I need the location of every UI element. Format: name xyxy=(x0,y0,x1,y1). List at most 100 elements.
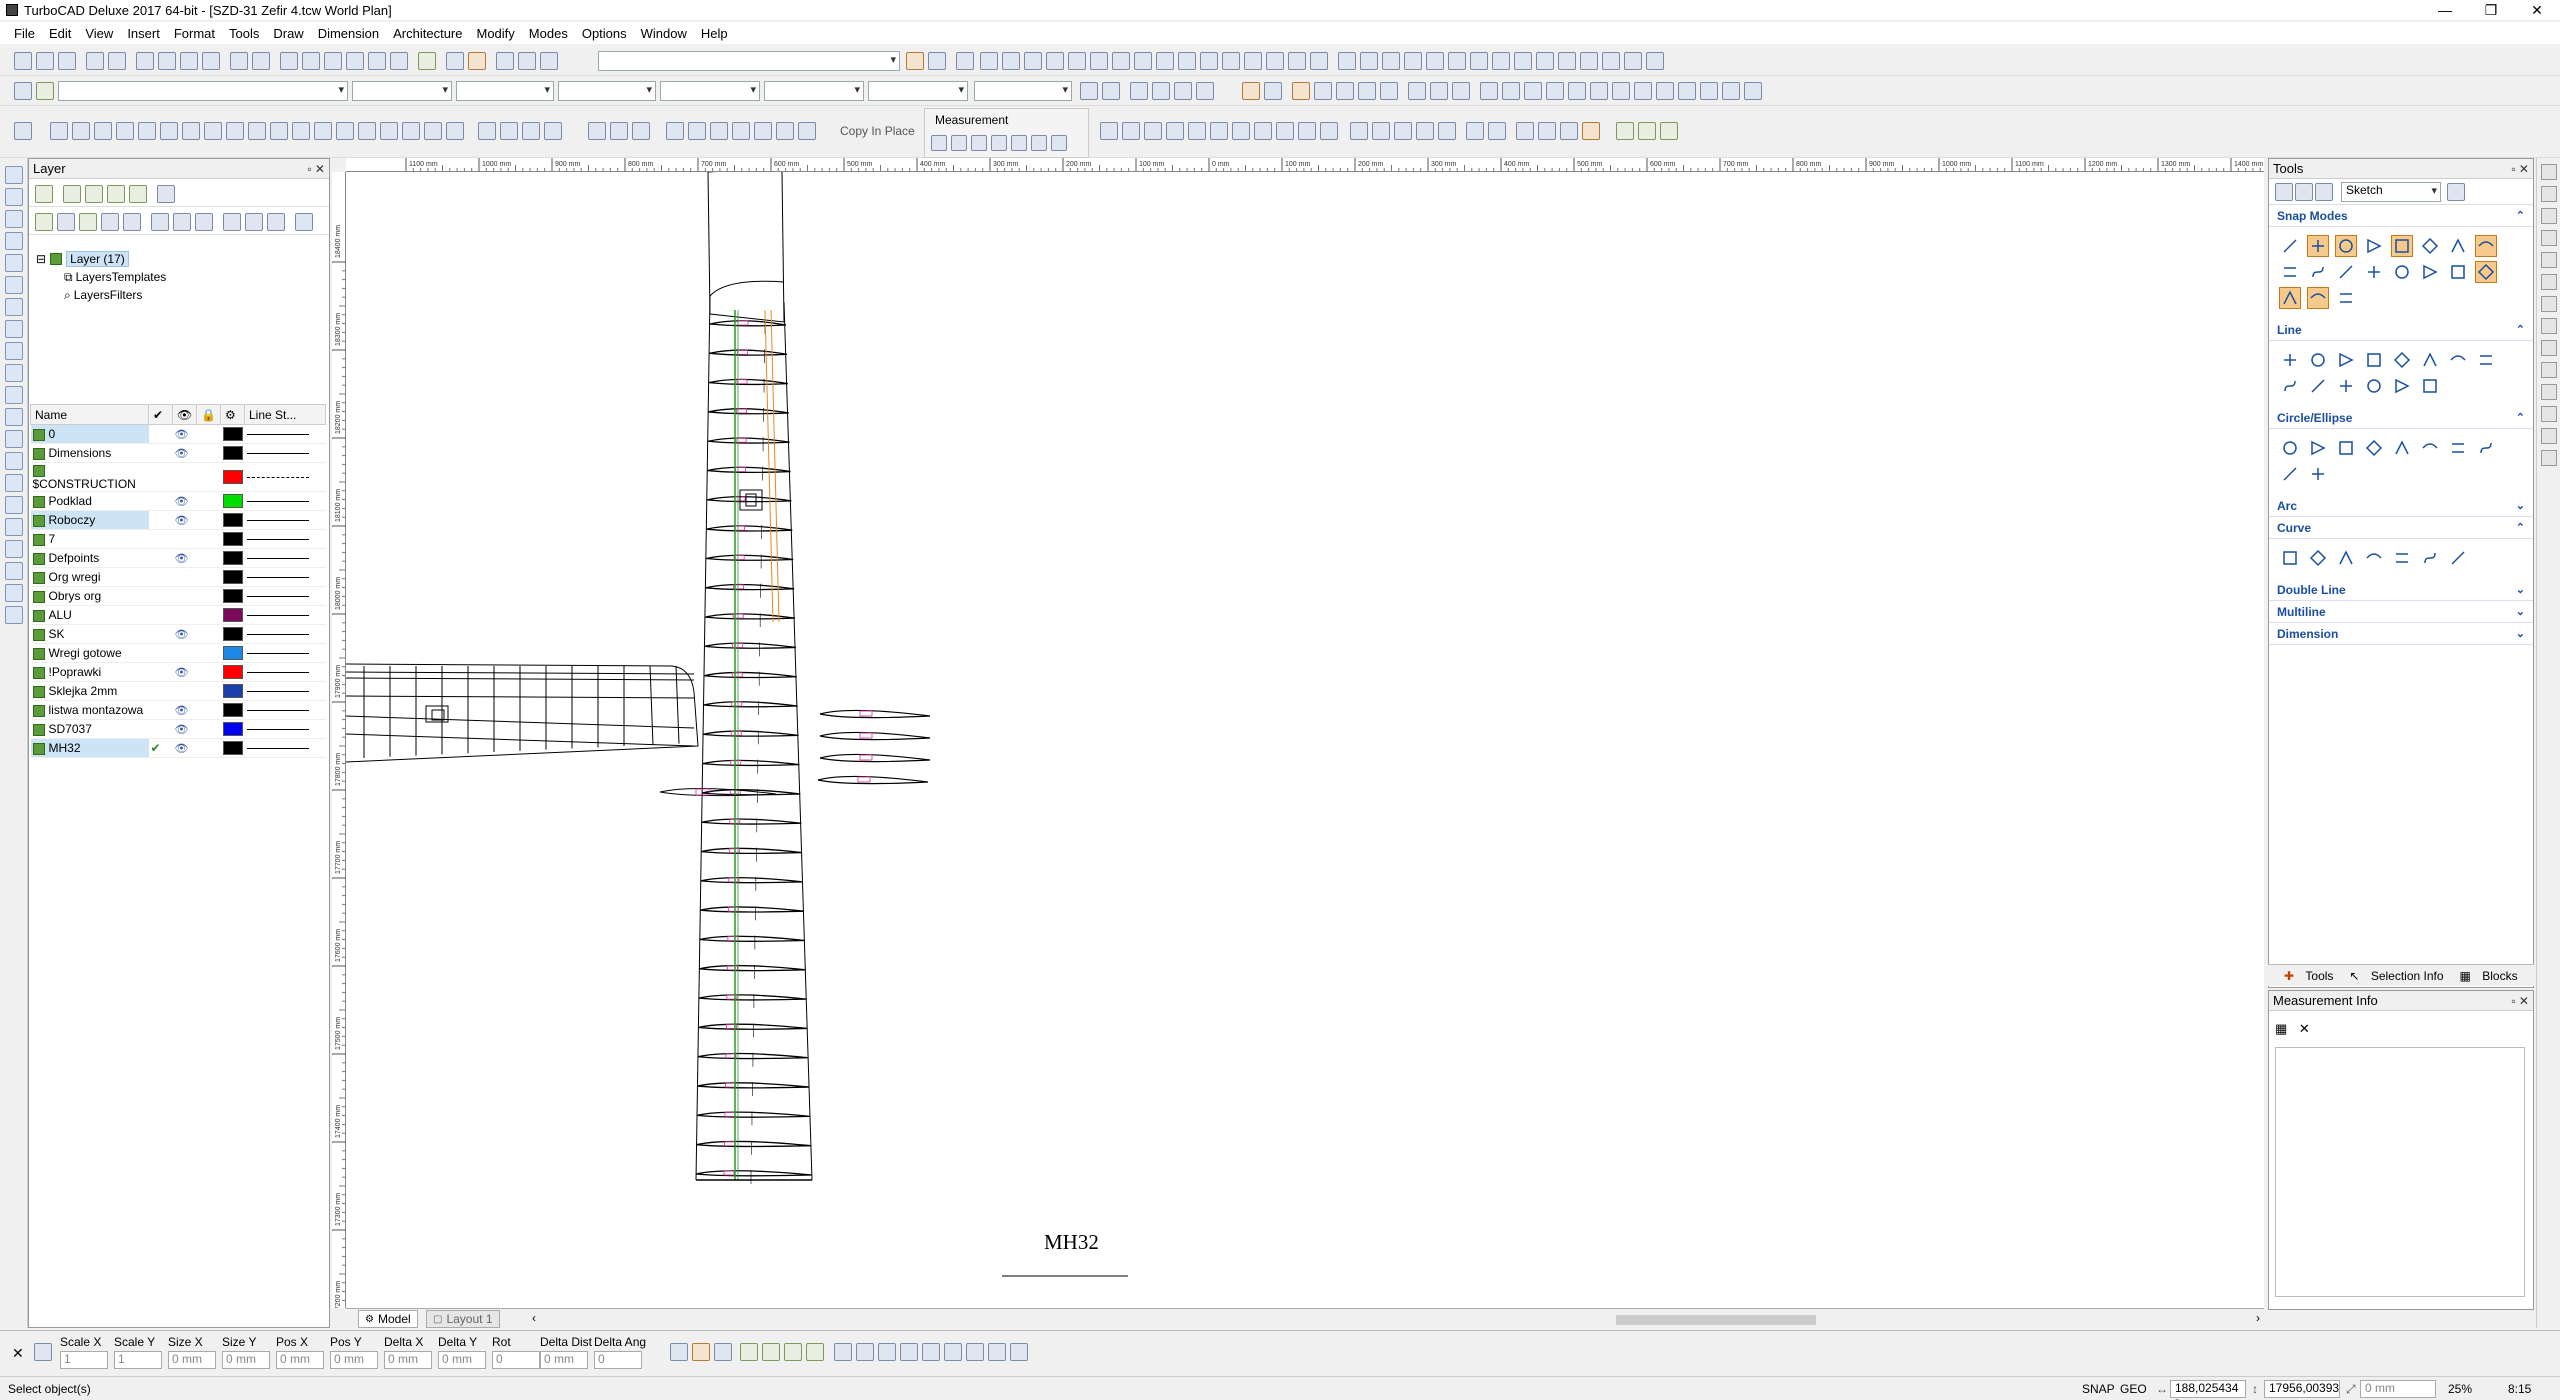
color-swatch[interactable] xyxy=(222,703,243,718)
print-preview-icon[interactable] xyxy=(108,52,126,70)
layer-active-cell[interactable] xyxy=(148,662,173,682)
dimension-diameter-icon[interactable] xyxy=(1416,122,1434,140)
strip-icon-8[interactable] xyxy=(2541,318,2557,334)
section-title[interactable]: Arc xyxy=(2277,499,2297,513)
chevron-down-icon[interactable]: ⌄ xyxy=(2516,605,2525,618)
section-line[interactable]: Line ⌃ xyxy=(2269,319,2533,341)
modify-handle-icon[interactable] xyxy=(14,122,32,140)
open-file-icon[interactable] xyxy=(36,52,54,70)
layer-row[interactable]: Roboczy 👁 xyxy=(30,510,326,530)
color-swatch[interactable] xyxy=(222,532,243,547)
solid-tool-icon[interactable] xyxy=(5,474,23,492)
tool-button-icon[interactable] xyxy=(2363,235,2385,257)
arc-tool-icon[interactable] xyxy=(5,276,23,294)
tool-button-icon[interactable] xyxy=(2419,235,2441,257)
tree-item-filters[interactable]: ⌕ LayersFilters xyxy=(36,286,166,304)
cylinder-icon[interactable] xyxy=(72,122,90,140)
layer-active-cell[interactable] xyxy=(148,510,173,530)
zoom-previous-icon[interactable] xyxy=(390,52,408,70)
wireframe-icon[interactable] xyxy=(522,122,540,140)
layer-name[interactable]: listwa montazowa xyxy=(49,703,144,717)
layer-visible-cell[interactable]: 👁 xyxy=(172,719,197,739)
color-swatch[interactable] xyxy=(222,427,243,442)
mode-select[interactable]: Sketch xyxy=(2341,182,2441,202)
field-input[interactable]: 0 mm xyxy=(168,1351,216,1369)
layer-filter-icon[interactable] xyxy=(85,185,103,203)
fillet-icon[interactable] xyxy=(1514,52,1532,70)
layer-line-style-cell[interactable] xyxy=(244,738,326,758)
inspector-tool-13-icon[interactable] xyxy=(944,1343,962,1361)
fillet3d-icon[interactable] xyxy=(380,122,398,140)
copy-place-icon[interactable] xyxy=(798,122,816,140)
layer-name-cell[interactable]: listwa montazowa xyxy=(30,700,149,720)
polygon-icon[interactable] xyxy=(1298,122,1316,140)
spell-check-icon[interactable] xyxy=(418,52,436,70)
layer-name[interactable]: Obrys org xyxy=(49,589,102,603)
color-swatch[interactable] xyxy=(222,608,243,623)
extend-icon[interactable] xyxy=(1492,52,1510,70)
layer-line-style-cell[interactable] xyxy=(244,529,326,549)
dimension-linear-icon[interactable] xyxy=(1350,122,1368,140)
edit-tool-icon-2[interactable] xyxy=(5,188,23,206)
layer-refresh-icon[interactable] xyxy=(157,185,175,203)
layer-name-cell[interactable]: SD7037 xyxy=(30,719,149,739)
wing-drawing[interactable]: MH32 xyxy=(346,172,2264,1308)
chevron-up-icon[interactable]: ⌃ xyxy=(2516,411,2525,424)
snap-intersection-icon[interactable] xyxy=(1068,52,1086,70)
copy-linear-icon[interactable] xyxy=(732,122,750,140)
tool-button-icon[interactable] xyxy=(2391,235,2413,257)
tool-button-icon[interactable] xyxy=(2307,235,2329,257)
layer-visible-cell[interactable]: 👁 xyxy=(172,424,197,444)
layer-visible-cell[interactable]: 👁 xyxy=(172,491,197,511)
layer-active-cell[interactable] xyxy=(148,491,173,511)
layer-name[interactable]: !Poprawki xyxy=(49,665,102,679)
tab-model[interactable]: ⚙ Model xyxy=(358,1310,418,1328)
inspector-tool-9-icon[interactable] xyxy=(856,1343,874,1361)
layer-row[interactable]: ALU xyxy=(30,605,326,625)
layer-icon[interactable] xyxy=(36,82,54,100)
copy-offset-icon[interactable] xyxy=(776,122,794,140)
layer-color-cell[interactable] xyxy=(220,548,245,568)
layer-row[interactable]: 0 👁 xyxy=(30,424,326,444)
field-input[interactable]: 1 xyxy=(114,1351,162,1369)
minimize-button[interactable]: — xyxy=(2422,0,2468,20)
panel-controls[interactable]: ▫ ✕ xyxy=(307,162,325,176)
layer-name-cell[interactable]: $CONSTRUCTION xyxy=(30,462,149,492)
chevron-up-icon[interactable]: ⌃ xyxy=(2516,323,2525,336)
menu-view[interactable]: View xyxy=(85,26,113,41)
tab-selection-info[interactable]: ↖ Selection Info xyxy=(2341,969,2443,983)
arc-icon[interactable] xyxy=(1276,122,1294,140)
gallery-icon[interactable] xyxy=(956,52,974,70)
table-icon[interactable]: ▦ xyxy=(2275,1021,2287,1036)
tool-button-icon[interactable] xyxy=(2391,349,2413,371)
circle-icon[interactable] xyxy=(1254,122,1272,140)
strip-icon-2[interactable] xyxy=(2541,186,2557,202)
tool-button-icon[interactable] xyxy=(2307,437,2329,459)
array-icon[interactable] xyxy=(1448,52,1466,70)
block-icon[interactable] xyxy=(1358,82,1376,100)
match-properties-icon[interactable] xyxy=(1080,82,1098,100)
tool-button-icon[interactable] xyxy=(2475,437,2497,459)
layer-visible-cell[interactable]: 👁 xyxy=(172,510,197,530)
polyline-tool-icon[interactable] xyxy=(5,232,23,250)
layer-color-cell[interactable] xyxy=(220,643,245,663)
redo-icon[interactable] xyxy=(252,52,270,70)
tool-button-icon[interactable] xyxy=(2335,547,2357,569)
tab-tools[interactable]: ✚ Tools xyxy=(2276,969,2333,983)
tool-button-icon[interactable] xyxy=(2335,375,2357,397)
tool-button-icon[interactable] xyxy=(2307,349,2329,371)
scroll-right-icon[interactable]: › xyxy=(2256,1311,2260,1325)
menu-insert[interactable]: Insert xyxy=(127,26,160,41)
layer-active-cell[interactable]: ✔ xyxy=(148,738,173,758)
select-tool-icon[interactable] xyxy=(5,166,23,184)
snap-perpendicular-icon[interactable] xyxy=(1134,52,1152,70)
dimension-tool-icon[interactable] xyxy=(5,364,23,382)
boolean-subtract-icon[interactable] xyxy=(314,122,332,140)
tool-button-icon[interactable] xyxy=(2475,349,2497,371)
field-input[interactable]: 0 xyxy=(594,1351,642,1369)
layer-row[interactable]: Obrys org xyxy=(30,586,326,606)
measure-arc-icon[interactable] xyxy=(1144,122,1162,140)
layer-row[interactable]: Podklad 👁 xyxy=(30,491,326,511)
col-lock[interactable]: 🔒 xyxy=(196,404,221,425)
section-arc[interactable]: Arc ⌄ xyxy=(2269,495,2533,517)
